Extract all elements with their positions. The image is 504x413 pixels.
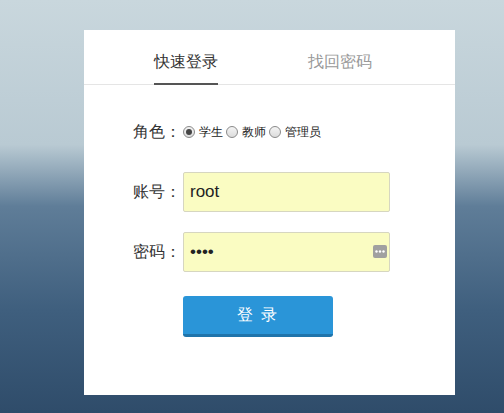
role-option[interactable]: 教师	[226, 123, 266, 141]
radio-dot	[186, 129, 192, 135]
tab[interactable]: 快速登录	[154, 30, 218, 85]
account-row: 账号：	[133, 172, 406, 212]
role-option[interactable]: 学生	[183, 123, 223, 141]
radio-button[interactable]	[183, 126, 195, 138]
role-label[interactable]: 学生	[199, 123, 223, 141]
role-option[interactable]: 管理员	[269, 123, 321, 141]
tab-label[interactable]: 找回密码	[308, 50, 372, 74]
role-row: 角色： 学生 教师 管理员	[133, 122, 406, 142]
tab[interactable]: 找回密码	[308, 30, 372, 85]
password-input[interactable]	[183, 232, 390, 272]
radio-button[interactable]	[226, 126, 238, 138]
role-label[interactable]: 管理员	[285, 123, 321, 141]
field-label: 账号：	[133, 180, 183, 204]
account-field	[183, 172, 390, 212]
field-label: 角色：	[133, 120, 183, 144]
account-input[interactable]	[183, 172, 390, 212]
role-label[interactable]: 教师	[242, 123, 266, 141]
radio-button[interactable]	[269, 126, 281, 138]
password-manager-icon[interactable]	[373, 245, 387, 258]
login-card: 快速登录 找回密码 角色： 学生 教师 管理员 账号： 密码： 登 录	[84, 30, 455, 395]
tab-label[interactable]: 快速登录	[154, 50, 218, 74]
password-row: 密码：	[133, 232, 406, 272]
login-button[interactable]: 登 录	[183, 296, 333, 337]
field-label: 密码：	[133, 240, 183, 264]
password-field	[183, 232, 390, 272]
tab-bar: 快速登录 找回密码	[84, 30, 455, 85]
